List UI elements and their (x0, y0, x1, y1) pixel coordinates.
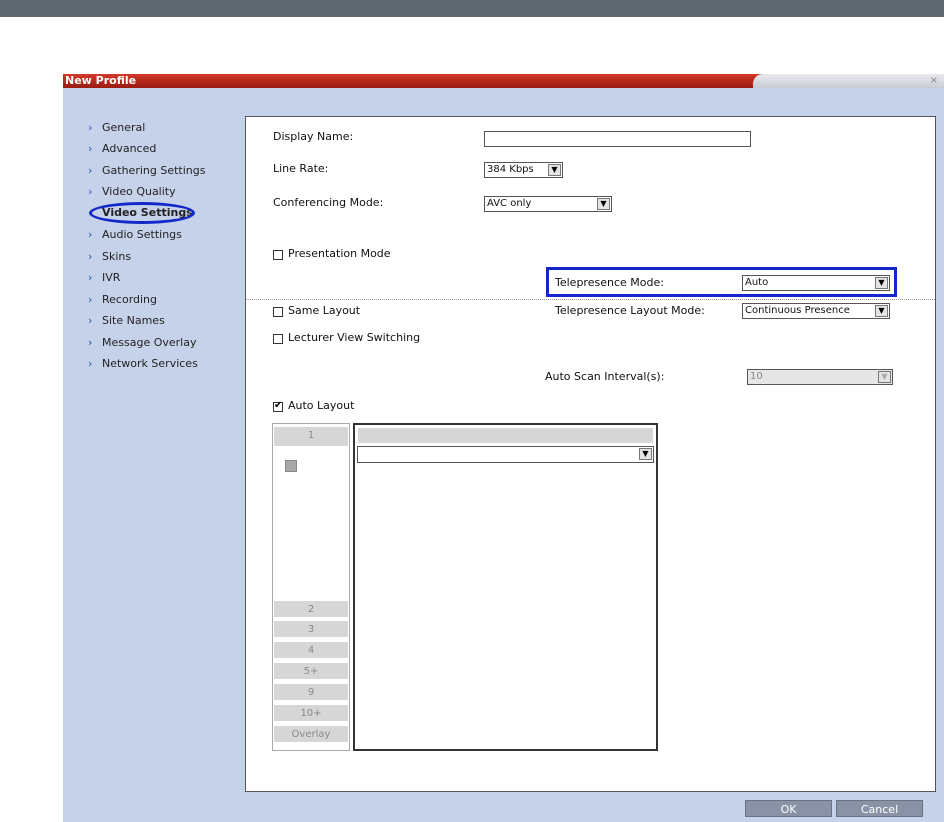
nav-item-label: Recording (102, 293, 158, 306)
chevron-right-icon: › (88, 164, 93, 177)
layout-tab-5plus[interactable]: 5+ (274, 663, 348, 680)
auto-scan-interval-label: Auto Scan Interval(s): (545, 370, 665, 383)
nav-item-label: IVR (102, 271, 121, 284)
chevron-right-icon: › (88, 314, 93, 327)
line-rate-value: 384 Kbps (487, 164, 534, 175)
display-name-label: Display Name: (273, 130, 354, 143)
chevron-right-icon: › (88, 250, 93, 263)
top-bar (0, 0, 944, 17)
ok-button[interactable]: OK (745, 800, 832, 817)
layout-cell-select[interactable]: ▼ (357, 446, 654, 463)
lecturer-view-switching-label: Lecturer View Switching (288, 331, 421, 344)
layout-preview (353, 423, 658, 751)
nav-item-label: Video Quality (102, 185, 176, 198)
same-layout-checkbox[interactable] (273, 307, 283, 317)
auto-scan-interval-select[interactable]: 10 ▼ (747, 369, 893, 385)
line-rate-select[interactable]: 384 Kbps ▼ (484, 162, 563, 178)
layout-thumbnail[interactable] (285, 460, 297, 472)
auto-scan-interval-value: 10 (750, 371, 763, 382)
line-rate-label: Line Rate: (273, 162, 329, 175)
chevron-right-icon: › (88, 271, 93, 284)
layout-tab-9[interactable]: 9 (274, 684, 348, 701)
chevron-right-icon: › (88, 121, 93, 134)
nav-item-label: Site Names (102, 314, 165, 327)
nav-item-label: Audio Settings (102, 228, 182, 241)
presentation-mode-checkbox[interactable] (273, 250, 283, 260)
chevron-right-icon: › (88, 357, 93, 370)
dropdown-arrow-icon[interactable]: ▼ (548, 164, 561, 176)
layout-tab-3[interactable]: 3 (274, 621, 348, 638)
layout-tab-overlay[interactable]: Overlay (274, 726, 348, 743)
dropdown-arrow-icon[interactable]: ▼ (875, 305, 888, 317)
dropdown-arrow-icon[interactable]: ▼ (878, 371, 891, 383)
title-bar: New Profile × (63, 74, 944, 88)
telepresence-layout-mode-label: Telepresence Layout Mode: (555, 304, 705, 317)
video-settings-highlight (89, 202, 195, 224)
dropdown-arrow-icon[interactable]: ▼ (639, 448, 652, 460)
chevron-right-icon: › (88, 293, 93, 306)
nav-item-label: General (102, 121, 146, 134)
title-bar-tab (753, 74, 944, 88)
telepresence-layout-mode-value: Continuous Presence (745, 305, 850, 316)
section-divider (246, 299, 935, 300)
conferencing-mode-label: Conferencing Mode: (273, 196, 384, 209)
chevron-right-icon: › (88, 336, 93, 349)
nav-item-label: Gathering Settings (102, 164, 206, 177)
layout-tab-1[interactable]: 1 (274, 427, 348, 447)
nav-item-label: Message Overlay (102, 336, 197, 349)
telepresence-layout-mode-select[interactable]: Continuous Presence ▼ (742, 303, 890, 319)
display-name-input[interactable] (484, 131, 751, 147)
chevron-right-icon: › (88, 228, 93, 241)
presentation-mode-label: Presentation Mode (288, 247, 391, 260)
layout-tab-4[interactable]: 4 (274, 642, 348, 659)
nav-item-label: Network Services (102, 357, 198, 370)
same-layout-label: Same Layout (288, 304, 361, 317)
dialog-title: New Profile (65, 74, 137, 87)
chevron-right-icon: › (88, 142, 93, 155)
layout-tab-2[interactable]: 2 (274, 601, 348, 618)
auto-layout-checkbox[interactable]: ✔ (273, 400, 283, 412)
conferencing-mode-select[interactable]: AVC only ▼ (484, 196, 612, 212)
cancel-button[interactable]: Cancel (836, 800, 923, 817)
telepresence-mode-select[interactable]: Auto ▼ (742, 275, 890, 291)
dropdown-arrow-icon[interactable]: ▼ (875, 277, 888, 289)
checkmark-icon: ✔ (274, 400, 283, 411)
nav-item-label: Advanced (102, 142, 157, 155)
telepresence-mode-label: Telepresence Mode: (555, 276, 664, 289)
auto-layout-label: Auto Layout (288, 399, 355, 412)
layout-tab-10plus[interactable]: 10+ (274, 705, 348, 722)
nav-item-label: Skins (102, 250, 132, 263)
close-icon[interactable]: × (930, 74, 938, 88)
layout-tabs: 1 2 3 4 5+ 9 10+ Overlay (272, 423, 350, 751)
telepresence-mode-value: Auto (745, 277, 769, 288)
dropdown-arrow-icon[interactable]: ▼ (597, 198, 610, 210)
layout-preview-header (358, 428, 653, 443)
lecturer-view-switching-checkbox[interactable] (273, 334, 283, 344)
chevron-right-icon: › (88, 185, 93, 198)
conferencing-mode-value: AVC only (487, 198, 532, 209)
